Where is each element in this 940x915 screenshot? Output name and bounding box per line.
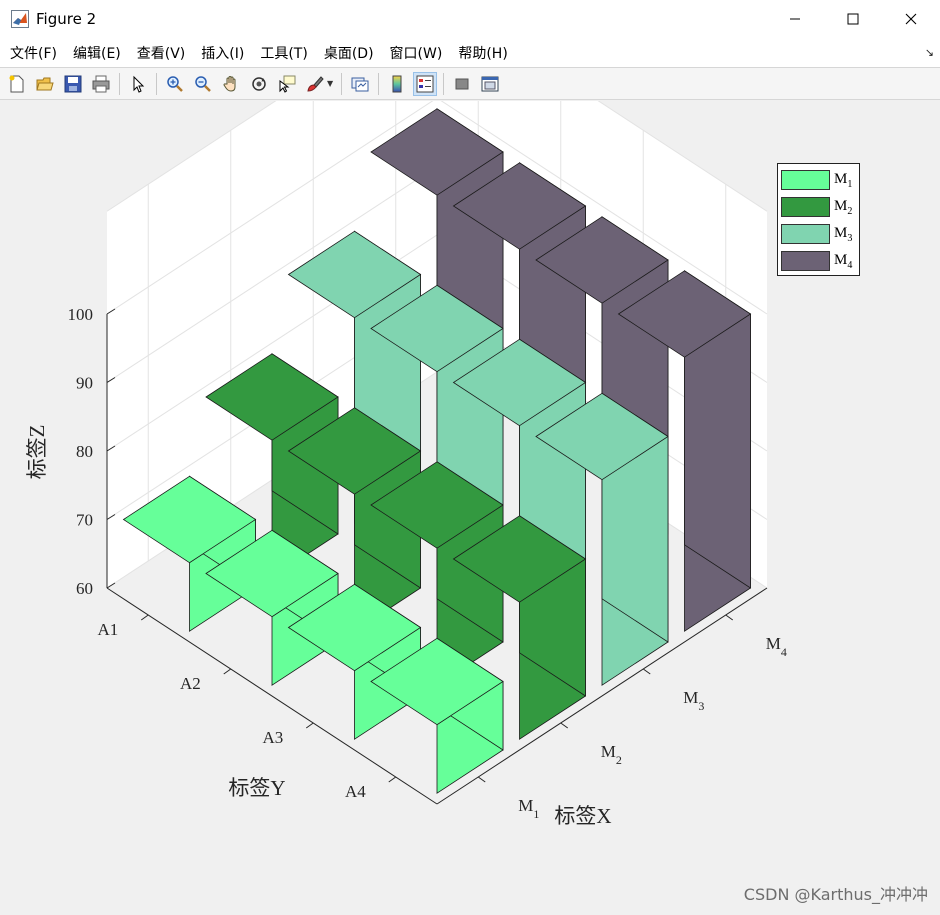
title-bar: Figure 2 <box>0 0 940 38</box>
y-tick-label: A2 <box>180 674 201 693</box>
close-button[interactable] <box>882 0 940 38</box>
legend-entry: M2 <box>781 196 852 218</box>
x-tick-label: M1 <box>518 796 539 821</box>
brush-dropdown-icon[interactable]: ▼ <box>327 79 333 88</box>
z-axis-label: 标签Z <box>25 425 49 480</box>
brush-icon <box>307 75 324 92</box>
y-tick-label: A3 <box>262 728 283 747</box>
pan-button[interactable] <box>219 72 243 96</box>
select-arrow-icon <box>133 75 145 93</box>
z-tick-label: 100 <box>68 305 94 324</box>
new-figure-icon <box>9 75 24 92</box>
legend-entry: M4 <box>781 250 852 272</box>
y-tick-label: A4 <box>345 782 366 801</box>
rotate-3d-icon <box>252 76 266 91</box>
legend-entry: M3 <box>781 223 852 245</box>
menu-bar: 文件(F) 编辑(E) 查看(V) 插入(I) 工具(T) 桌面(D) 窗口(W… <box>0 38 940 67</box>
z-tick-label: 90 <box>76 374 93 393</box>
data-cursor-icon <box>279 75 296 93</box>
hide-plot-tools-button[interactable] <box>450 72 474 96</box>
save-button[interactable] <box>61 72 85 96</box>
legend-label: M4 <box>834 251 853 271</box>
toolbar-separator <box>119 72 120 95</box>
minimize-icon <box>790 18 800 20</box>
legend-label: M3 <box>834 224 853 244</box>
open-file-button[interactable] <box>33 72 57 96</box>
y-tick <box>223 668 232 675</box>
y-tick <box>140 614 149 621</box>
show-plot-tools-icon <box>481 76 499 91</box>
z-tick-label: 60 <box>76 579 93 598</box>
z-tick-label: 70 <box>76 511 93 530</box>
y-axis-label: 标签Y <box>228 776 285 800</box>
y-tick <box>388 776 397 783</box>
x-tick <box>477 776 486 783</box>
data-cursor-button[interactable] <box>275 72 299 96</box>
toolbar-separator <box>443 72 445 95</box>
menu-desktop[interactable]: 桌面(D) <box>316 43 382 63</box>
menu-file[interactable]: 文件(F) <box>2 43 65 63</box>
save-icon <box>64 75 82 92</box>
menu-edit[interactable]: 编辑(E) <box>65 43 129 63</box>
x-tick <box>642 668 651 675</box>
legend-swatch <box>781 170 830 190</box>
minimize-button[interactable] <box>766 0 824 38</box>
menu-window[interactable]: 窗口(W) <box>382 43 451 63</box>
colorbar-button[interactable] <box>385 72 409 96</box>
toolbar-separator <box>156 72 157 95</box>
figure-toolbar: ▼ <box>0 67 940 100</box>
legend[interactable]: M1 M2 M3 M4 <box>777 163 860 276</box>
zoom-in-icon <box>167 75 183 92</box>
menu-view[interactable]: 查看(V) <box>129 43 194 63</box>
legend-swatch <box>781 224 830 244</box>
toolbar-separator <box>378 72 380 95</box>
print-button[interactable] <box>89 72 113 96</box>
maximize-icon <box>847 13 859 25</box>
x-tick-label: M4 <box>766 634 787 659</box>
x-tick <box>560 722 569 729</box>
menu-tools[interactable]: 工具(T) <box>252 43 315 63</box>
y-tick <box>305 722 314 729</box>
open-file-icon <box>36 77 54 90</box>
y-tick-label: A1 <box>97 620 118 639</box>
z-tick-label: 80 <box>76 442 93 461</box>
new-figure-button[interactable] <box>5 72 29 96</box>
pan-hand-icon <box>223 75 236 92</box>
x-tick-label: M2 <box>601 742 622 767</box>
x-tick-label: M3 <box>683 688 704 713</box>
legend-button[interactable] <box>413 71 438 96</box>
legend-swatch <box>781 197 830 217</box>
legend-icon <box>416 75 434 92</box>
legend-swatch <box>781 251 830 271</box>
rotate-3d-button[interactable] <box>247 72 271 96</box>
colorbar-icon <box>392 75 402 92</box>
link-plot-button[interactable] <box>348 72 372 96</box>
menu-help[interactable]: 帮助(H) <box>450 43 515 63</box>
x-tick <box>725 614 734 621</box>
legend-label: M1 <box>834 170 853 190</box>
hide-plot-tools-icon <box>455 78 469 89</box>
menu-insert[interactable]: 插入(I) <box>193 43 252 63</box>
matlab-icon <box>11 10 29 28</box>
legend-entry: M1 <box>781 169 852 191</box>
x-axis-label: 标签X <box>554 804 611 828</box>
link-plot-icon <box>351 77 369 91</box>
toolbar-separator <box>341 72 343 95</box>
select-button[interactable] <box>126 72 150 96</box>
show-plot-tools-button[interactable] <box>478 72 502 96</box>
dock-arrow-icon[interactable]: ↘ <box>925 46 934 59</box>
zoom-out-icon <box>195 75 211 92</box>
brush-button[interactable] <box>303 72 327 96</box>
print-icon <box>92 75 110 92</box>
zoom-out-button[interactable] <box>191 72 215 96</box>
legend-label: M2 <box>834 197 853 217</box>
window-title: Figure 2 <box>36 10 97 28</box>
close-icon <box>905 13 917 25</box>
zoom-in-button[interactable] <box>163 72 187 96</box>
watermark: CSDN @Karthus_冲冲冲 <box>743 885 928 904</box>
maximize-button[interactable] <box>824 0 882 38</box>
